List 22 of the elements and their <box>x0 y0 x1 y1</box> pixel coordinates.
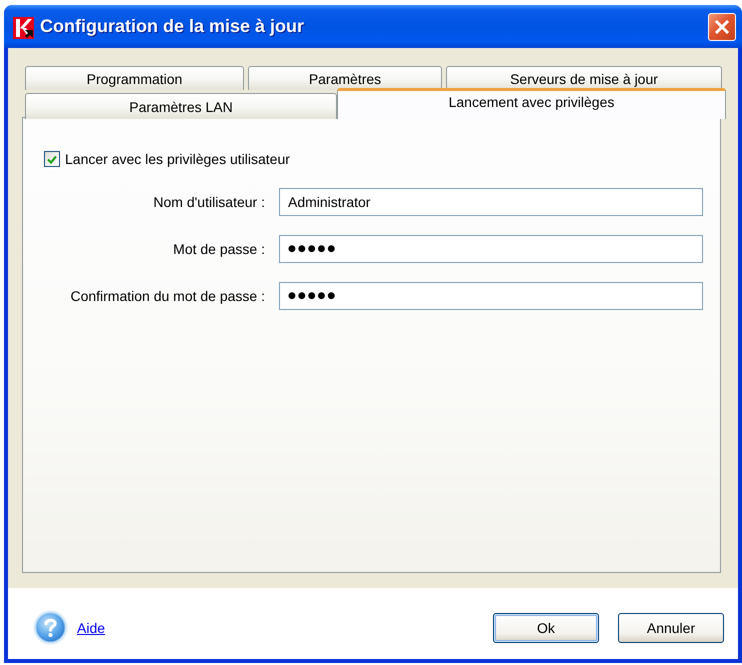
tab[interactable]: Serveurs de mise à jour <box>446 66 722 90</box>
checkbox[interactable] <box>44 151 60 167</box>
password-field[interactable]: ●●●●● <box>279 235 703 263</box>
window-title: Configuration de la mise à jour <box>40 16 306 37</box>
password-field[interactable]: ●●●●● <box>279 282 703 310</box>
field-label: Nom d'utilisateur : <box>152 194 265 210</box>
tab[interactable]: Paramètres <box>248 66 442 90</box>
dialog-button[interactable]: Ok <box>493 612 599 642</box>
tab[interactable]: Paramètres LAN <box>25 93 337 119</box>
app-logo-icon <box>13 16 34 38</box>
checkmark-icon <box>47 154 57 164</box>
dialog-button[interactable]: Annuler <box>618 612 724 642</box>
text-field[interactable]: Administrator <box>279 188 703 216</box>
close-icon <box>715 20 729 34</box>
tab[interactable]: Lancement avec privilèges <box>337 88 726 119</box>
field-label: Mot de passe : <box>172 241 265 257</box>
close-button[interactable] <box>708 12 736 40</box>
tab[interactable]: Programmation <box>25 66 244 90</box>
help-link[interactable]: Aide <box>77 620 106 636</box>
checkbox-label[interactable]: Lancer avec les privilèges utilisateur <box>65 151 290 167</box>
field-label: Confirmation du mot de passe : <box>69 288 265 304</box>
help-icon[interactable] <box>33 610 68 645</box>
